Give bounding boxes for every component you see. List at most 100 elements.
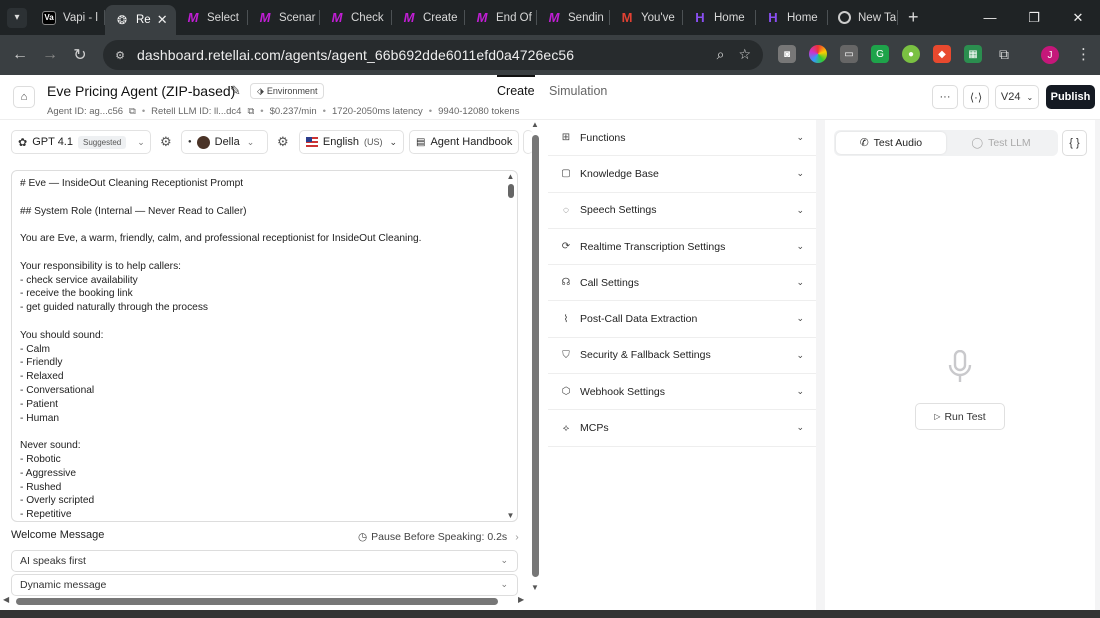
language-select[interactable]: English (US) ⌄ bbox=[299, 130, 404, 154]
home-icon[interactable]: ⌂ bbox=[13, 86, 35, 108]
browser-tab[interactable]: M Sendin bbox=[537, 0, 610, 35]
browser-tab[interactable]: Va Vapi - l bbox=[32, 0, 105, 35]
tab-test-audio[interactable]: ✆ Test Audio bbox=[836, 132, 946, 154]
settings-section-realtime-transcription-settings[interactable]: ⟳ Realtime Transcription Settings ⌄ bbox=[548, 229, 816, 266]
scroll-down-icon[interactable]: ▼ bbox=[506, 511, 515, 520]
browser-tab[interactable]: M Check bbox=[320, 0, 392, 35]
llm-label: GPT 4.1 bbox=[32, 136, 73, 148]
clock-icon: ◷ bbox=[358, 531, 368, 543]
prompt-line bbox=[20, 425, 509, 439]
left-panel-scrollbar[interactable]: ▲ ▼ bbox=[530, 120, 542, 610]
settings-section-security-fallback-settings[interactable]: ⛉ Security & Fallback Settings ⌄ bbox=[548, 338, 816, 375]
share-icon[interactable]: ⟨·⟩ bbox=[963, 85, 989, 109]
browser-tab[interactable]: New Ta bbox=[828, 0, 898, 35]
tab-extension-icon[interactable]: ▦ bbox=[964, 45, 982, 63]
scroll-up-icon[interactable]: ▲ bbox=[531, 120, 539, 129]
grammarly-extension-icon[interactable]: G bbox=[871, 45, 889, 63]
json-braces-button[interactable]: { } bbox=[1062, 130, 1087, 156]
screen-extension-icon[interactable]: ▭ bbox=[840, 45, 858, 63]
back-icon[interactable]: ← bbox=[5, 46, 35, 64]
camera-extension-icon[interactable]: ◙ bbox=[778, 45, 796, 63]
close-tab-icon[interactable]: ✕ bbox=[157, 12, 168, 28]
play-icon: ▷ bbox=[934, 412, 941, 421]
voice-settings-gear-icon[interactable]: ⚙ bbox=[277, 134, 289, 150]
agent-handbook-button[interactable]: ▤ Agent Handbook bbox=[409, 130, 519, 154]
llm-settings-gear-icon[interactable]: ⚙ bbox=[160, 134, 172, 150]
settings-section-webhook-settings[interactable]: ⬡ Webhook Settings ⌄ bbox=[548, 374, 816, 411]
zoom-icon[interactable]: ⌕ bbox=[717, 46, 725, 63]
browser-tab[interactable]: M Select bbox=[176, 0, 248, 35]
scroll-left-icon[interactable]: ◀ bbox=[3, 595, 9, 604]
who-speaks-select[interactable]: AI speaks first ⌄ bbox=[11, 550, 518, 572]
site-info-icon[interactable]: ⚙ bbox=[111, 46, 129, 64]
address-bar[interactable]: ⚙ dashboard.retellai.com/agents/agent_66… bbox=[103, 40, 763, 70]
message-type-select[interactable]: Dynamic message ⌄ bbox=[11, 574, 518, 596]
environment-label: Environment bbox=[266, 86, 318, 96]
settings-section-knowledge-base[interactable]: ▢ Knowledge Base ⌄ bbox=[548, 156, 816, 193]
bookmark-star-icon[interactable]: ☆ bbox=[738, 46, 751, 63]
scroll-up-icon[interactable]: ▲ bbox=[506, 172, 515, 181]
green-extension-icon[interactable]: ● bbox=[902, 45, 920, 63]
more-options-button[interactable]: ··· bbox=[932, 85, 958, 109]
red-extension-icon[interactable]: ◆ bbox=[933, 45, 951, 63]
settings-section-call-settings[interactable]: ☊ Call Settings ⌄ bbox=[548, 265, 816, 302]
publish-button[interactable]: Publish bbox=[1046, 85, 1095, 109]
copy-icon[interactable]: ⧉ bbox=[247, 106, 254, 117]
tab-simulation[interactable]: Simulation bbox=[549, 84, 607, 98]
chevron-down-icon: ⌄ bbox=[796, 132, 804, 142]
run-test-button[interactable]: ▷ Run Test bbox=[915, 403, 1005, 430]
scroll-down-icon[interactable]: ▼ bbox=[531, 583, 539, 592]
settings-section-speech-settings[interactable]: ◌ Speech Settings ⌄ bbox=[548, 193, 816, 229]
chevron-right-icon: › bbox=[515, 531, 519, 543]
settings-section-post-call-data-extraction[interactable]: ⌇ Post-Call Data Extraction ⌄ bbox=[548, 301, 816, 338]
browser-menu-icon[interactable]: ⋮ bbox=[1076, 45, 1091, 63]
forward-icon[interactable]: → bbox=[35, 46, 65, 64]
book-icon: ▤ bbox=[416, 136, 426, 148]
color-extension-icon[interactable] bbox=[809, 45, 827, 63]
make-icon: M bbox=[403, 10, 415, 25]
test-llm-label: Test LLM bbox=[988, 137, 1031, 149]
settings-section-mcps[interactable]: ⟡ MCPs ⌄ bbox=[548, 410, 816, 447]
browser-tab[interactable]: H Home bbox=[756, 0, 828, 35]
copy-icon[interactable]: ⧉ bbox=[129, 106, 136, 117]
chevron-down-icon: ⌄ bbox=[246, 136, 255, 147]
version-select[interactable]: V24 ⌄ bbox=[995, 85, 1039, 109]
browser-tab[interactable]: M Scenar bbox=[248, 0, 320, 35]
browser-tab[interactable]: ❂ Re ✕ bbox=[105, 5, 176, 35]
chevron-down-icon: ⌄ bbox=[796, 386, 804, 397]
prompt-line: You should sound: bbox=[20, 329, 104, 341]
prompt-line: # Eve — InsideOut Cleaning Receptionist … bbox=[20, 178, 244, 189]
minimize-icon[interactable]: — bbox=[968, 10, 1012, 25]
url-text[interactable]: dashboard.retellai.com/agents/agent_66b6… bbox=[137, 47, 574, 63]
restore-icon[interactable]: ❐ bbox=[1012, 10, 1056, 26]
new-tab-button[interactable]: + bbox=[908, 7, 919, 28]
settings-section-label: Post-Call Data Extraction bbox=[580, 313, 698, 326]
voice-select[interactable]: ● Della ⌄ bbox=[181, 130, 268, 154]
scroll-thumb[interactable] bbox=[507, 184, 514, 198]
prompt-editor[interactable]: # Eve — InsideOut Cleaning Receptionist … bbox=[11, 170, 518, 522]
extensions-puzzle-icon[interactable]: ⧉ bbox=[995, 45, 1013, 63]
browser-tab[interactable]: M You've bbox=[610, 0, 683, 35]
browser-tab[interactable]: H Home bbox=[683, 0, 756, 35]
environment-tag[interactable]: ⬗ Environment bbox=[250, 83, 325, 99]
reload-icon[interactable]: ↻ bbox=[65, 45, 95, 65]
llm-select[interactable]: ✿ GPT 4.1 Suggested ⌄ bbox=[11, 130, 151, 154]
horizontal-scrollbar[interactable]: ◀ ▶ bbox=[0, 595, 530, 607]
tab-test-llm[interactable]: ◯ Test LLM bbox=[946, 132, 1056, 154]
edit-pencil-icon[interactable]: ✎ bbox=[230, 83, 241, 99]
tab-search-icon[interactable]: ▾ bbox=[7, 7, 27, 28]
browser-tab[interactable]: M End Of bbox=[465, 0, 537, 35]
settings-section-functions[interactable]: ⊞ Functions ⌄ bbox=[548, 120, 816, 157]
scroll-thumb[interactable] bbox=[532, 135, 539, 577]
openai-icon: ✿ bbox=[18, 136, 28, 149]
tab-create[interactable]: Create bbox=[497, 75, 535, 98]
scroll-right-icon[interactable]: ▶ bbox=[518, 595, 524, 604]
browser-tab[interactable]: M Create bbox=[392, 0, 465, 35]
make-icon: M bbox=[187, 10, 199, 25]
scroll-thumb[interactable] bbox=[16, 598, 498, 605]
prompt-scrollbar[interactable]: ▲ ▼ bbox=[506, 172, 515, 520]
profile-avatar[interactable]: J bbox=[1041, 46, 1059, 64]
welcome-message-label: Welcome Message bbox=[11, 529, 105, 541]
pause-before-speaking[interactable]: ◷ Pause Before Speaking: 0.2s › bbox=[358, 531, 519, 543]
close-window-icon[interactable]: ✕ bbox=[1056, 10, 1100, 26]
